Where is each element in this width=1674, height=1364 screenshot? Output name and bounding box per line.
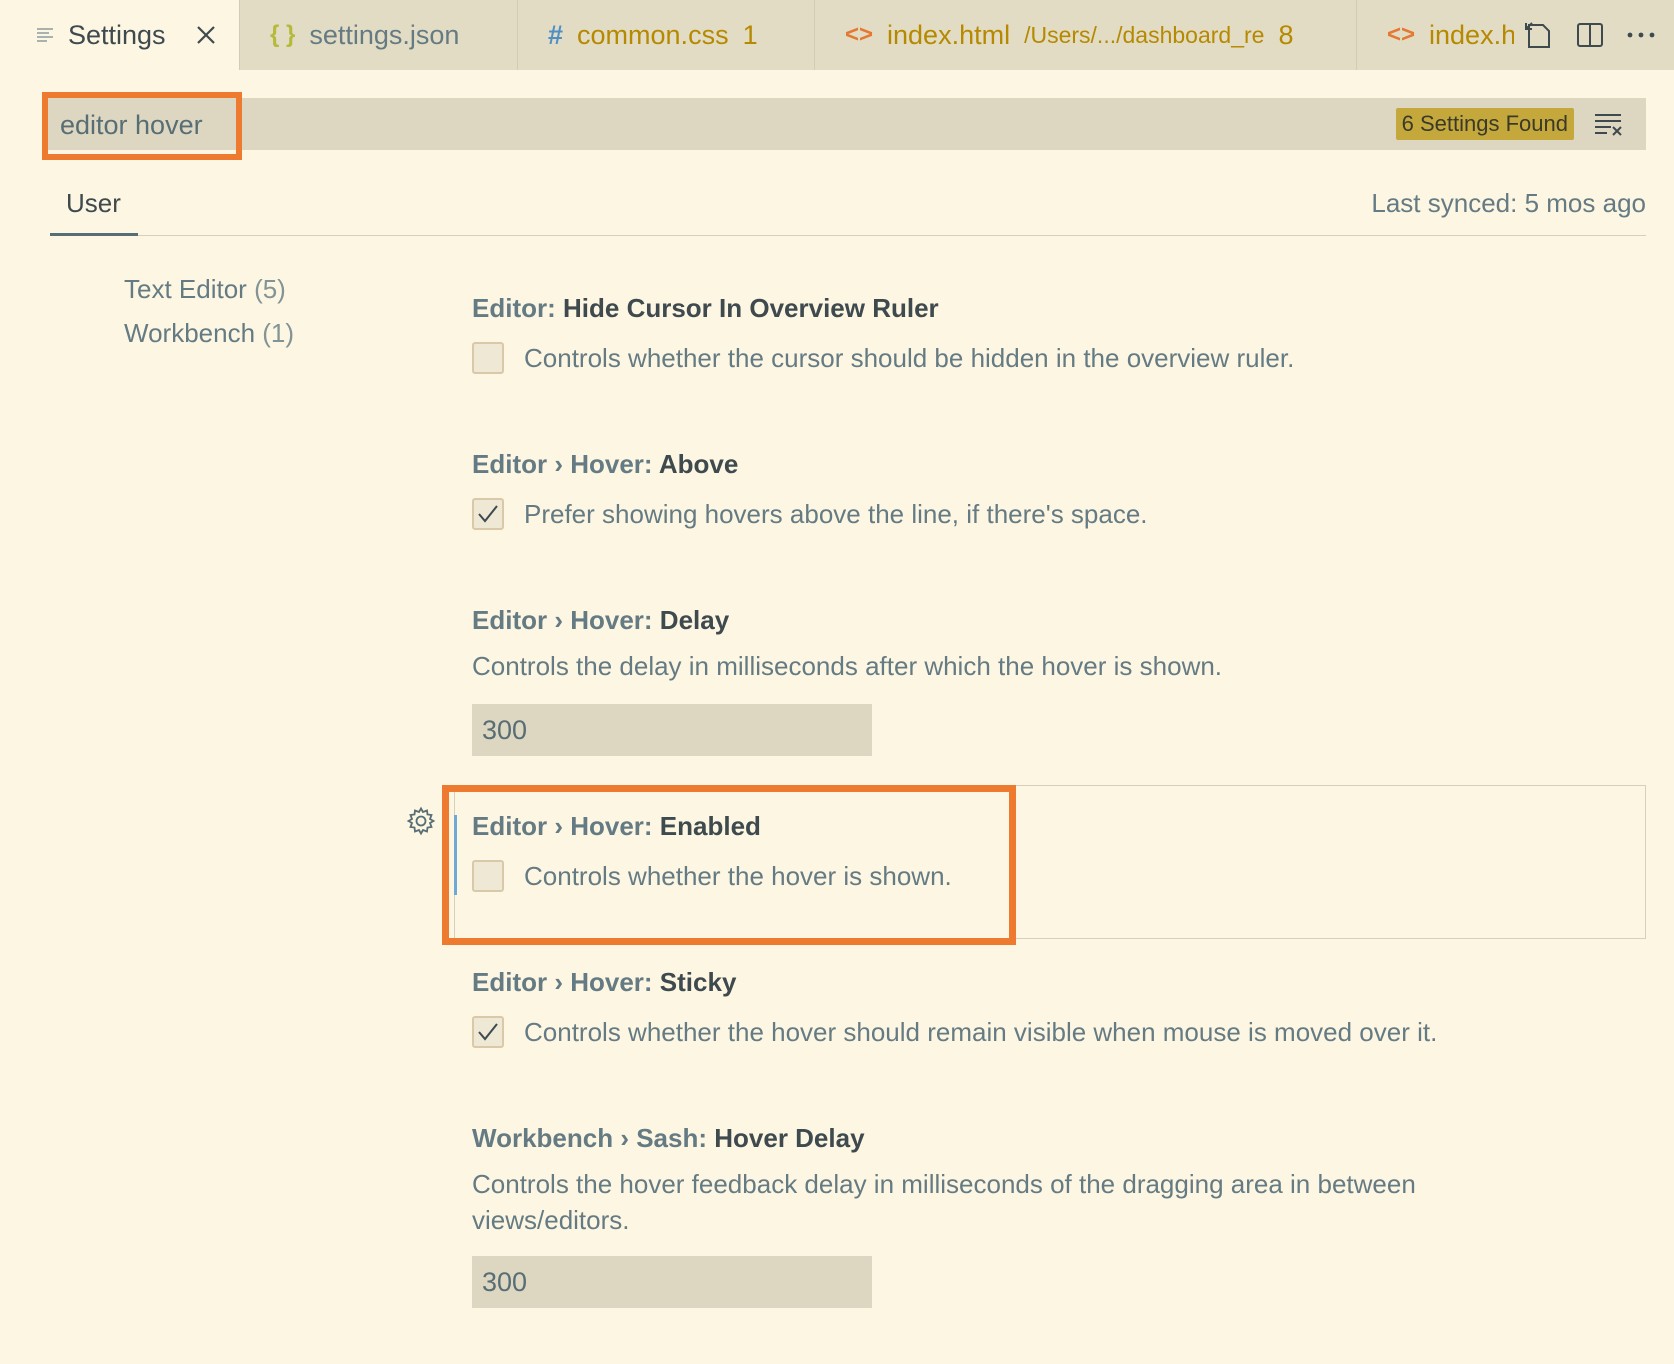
setting-description: Controls whether the cursor should be hi… [524,343,1295,373]
setting-category: Editor › Hover: [472,811,660,841]
setting-category: Editor › Hover: [472,605,660,635]
setting-title: Editor › Hover: Above [472,449,1148,480]
setting-title: Editor › Hover: Delay [472,605,1222,636]
setting-category: Workbench › Sash: [472,1123,715,1153]
last-synced-label: Last synced: 5 mos ago [1371,188,1646,218]
tab-label: settings.json [309,19,460,50]
tab-index-html[interactable]: <> index.ht [1357,0,1517,70]
settings-lines-icon [36,26,54,44]
toc-count: (5) [254,274,286,304]
checkmark-icon [478,505,498,523]
toc-count: (1) [262,318,295,348]
tab-label: index.ht [1429,19,1517,50]
setting-checkbox[interactable] [472,1016,504,1048]
more-actions-icon[interactable] [1621,15,1661,55]
open-json-icon[interactable] [1519,15,1559,55]
toc-item-text-editor[interactable]: Text Editor (5) [124,274,286,305]
settings-search-bar: 6 Settings Found [48,98,1646,152]
setting-name: Enabled [659,811,761,841]
tab-label: index.html [887,19,1011,50]
setting-description-continued: views/editors. [472,1205,630,1235]
setting-description: Controls the hover feedback delay in mil… [472,1169,1416,1199]
setting-title: Workbench › Sash: Hover Delay [472,1123,1416,1154]
setting-description: Controls whether the hover should remain… [524,1017,1438,1047]
setting-category: Editor › Hover: [472,967,660,997]
tab-path: /Users/.../dashboard_re [1024,21,1265,48]
setting-checkbox[interactable] [472,498,504,530]
settings-search-input[interactable] [48,98,462,152]
problem-count: 1 [742,19,758,50]
setting-description: Controls the delay in milliseconds after… [472,651,1223,681]
setting-hover-sticky: Editor › Hover: Sticky Controls whether … [472,967,1437,1050]
setting-description: Prefer showing hovers above the line, if… [524,499,1148,529]
close-icon[interactable] [191,20,221,50]
tab-index-html-dashboard[interactable]: <> index.html /Users/.../dashboard_re 8 [815,0,1357,70]
toc-item-workbench[interactable]: Workbench (1) [124,318,294,349]
setting-checkbox[interactable] [472,342,504,374]
tab-label: Settings [68,19,166,50]
setting-checkbox[interactable] [472,860,504,892]
html-brackets-icon: <> [1387,21,1416,48]
problem-count: 8 [1278,19,1294,50]
settings-found-badge: 6 Settings Found [1395,108,1574,140]
setting-hover-enabled: Editor › Hover: Enabled Controls whether… [472,811,952,894]
setting-name: Hover Delay [714,1123,865,1153]
clear-filter-icon[interactable] [1594,110,1624,138]
modified-indicator [454,815,457,895]
toc-label: Workbench [124,318,256,348]
setting-title: Editor: Hide Cursor In Overview Ruler [472,293,1294,324]
tab-label: common.css [577,19,729,50]
hover-delay-input[interactable] [472,704,872,756]
tab-common-css[interactable]: # common.css 1 [518,0,815,70]
scope-active-indicator [50,233,138,236]
editor-tab-bar: Settings { } settings.json # common.css … [0,0,1674,70]
setting-category: Editor › Hover: [472,449,659,479]
json-braces-icon: { } [270,21,296,48]
setting-hover-delay: Editor › Hover: Delay Controls the delay… [472,605,1222,756]
split-editor-icon[interactable] [1570,15,1610,55]
setting-sash-hover-delay: Workbench › Sash: Hover Delay Controls t… [472,1123,1416,1308]
setting-description: Controls whether the hover is shown. [524,861,952,891]
css-hash-icon: # [548,19,564,50]
html-brackets-icon: <> [845,21,874,48]
sash-hover-delay-input[interactable] [472,1256,872,1308]
tab-settings[interactable]: Settings [0,0,240,70]
setting-title: Editor › Hover: Sticky [472,967,1437,998]
setting-name: Sticky [659,967,737,997]
setting-category: Editor: [472,293,563,323]
setting-name: Above [658,449,739,479]
scope-divider [50,235,1646,236]
setting-hover-above: Editor › Hover: Above Prefer showing hov… [472,449,1148,532]
setting-name: Hide Cursor In Overview Ruler [563,293,939,323]
checkmark-icon [478,1023,498,1041]
toc-label: Text Editor [124,274,247,304]
setting-name: Delay [659,605,730,635]
setting-hide-cursor-in-overview-ruler: Editor: Hide Cursor In Overview Ruler Co… [472,293,1294,376]
setting-title: Editor › Hover: Enabled [472,811,952,842]
tab-user-scope[interactable]: User [66,188,121,219]
gear-icon[interactable] [406,806,436,836]
tab-settings-json[interactable]: { } settings.json [240,0,518,70]
editor-actions [1514,0,1674,70]
